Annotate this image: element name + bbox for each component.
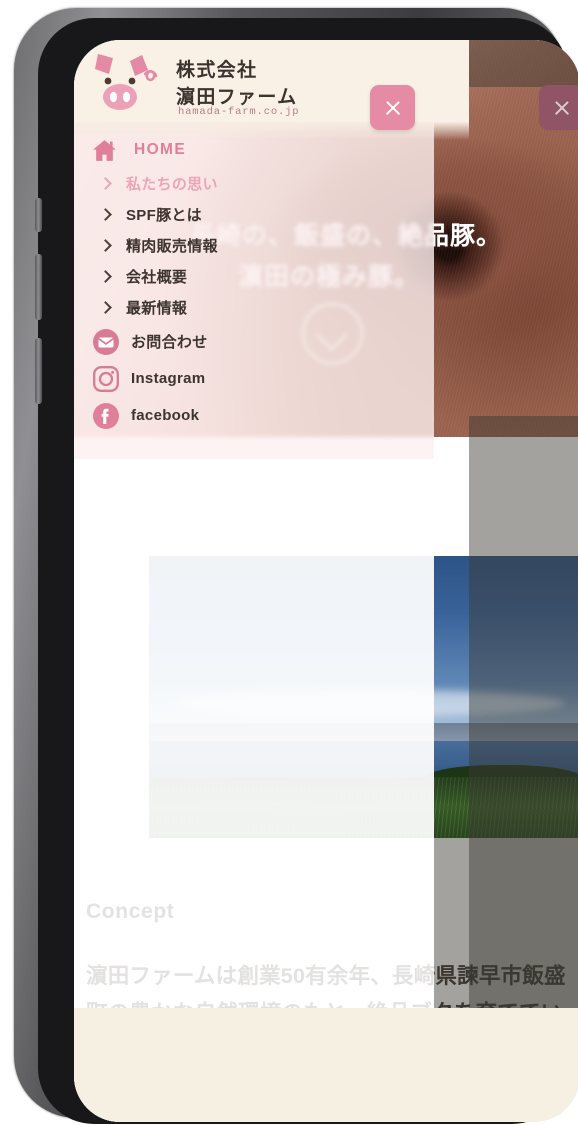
nav-item-meat-sales[interactable]: 精肉販売情報 (74, 230, 434, 261)
nav-item-label: 会社概要 (126, 269, 188, 286)
chevron-right-icon (92, 301, 126, 314)
close-drawer-button[interactable] (370, 85, 415, 130)
nav-item-latest-news[interactable]: 最新情報 (74, 292, 434, 323)
nav-item-label: 私たちの思い (126, 176, 218, 193)
company-name-line-1: 株式会社 (176, 60, 258, 81)
mail-icon (92, 328, 126, 356)
company-name: 株式会社 濵田ファーム (176, 58, 297, 112)
close-icon (384, 99, 402, 117)
chevron-right-icon (92, 270, 126, 283)
nav-item-instagram[interactable]: Instagram (74, 360, 434, 397)
navigation-list: HOME 私たちの思い SPF豚とは 精肉販売情報 会社概要 最新情報 お問合わ… (74, 132, 434, 434)
chevron-right-icon (92, 177, 126, 190)
facebook-icon (92, 402, 126, 430)
volume-up-button[interactable] (35, 254, 42, 320)
nav-item-label: HOME (134, 141, 187, 158)
phone-screen: 長崎の、飯盛の、絶品豚。 濵田の極み豚。 (74, 40, 578, 1122)
pig-face-logo (82, 44, 160, 118)
close-icon (553, 99, 571, 117)
nav-item-label: Instagram (131, 370, 206, 387)
gallery-white-overlay (109, 540, 434, 838)
nav-item-our-thoughts[interactable]: 私たちの思い (74, 168, 434, 199)
close-modal-button[interactable] (539, 85, 578, 130)
volume-down-button[interactable] (35, 338, 42, 404)
company-url: hamada-farm.co.jp (178, 106, 300, 118)
modal-scrim-top (469, 40, 578, 87)
nav-item-contact[interactable]: お問合わせ (74, 323, 434, 360)
silent-switch[interactable] (35, 198, 42, 232)
nav-item-company-profile[interactable]: 会社概要 (74, 261, 434, 292)
phone-bezel: 長崎の、飯盛の、絶品豚。 濵田の極み豚。 (35, 18, 578, 1124)
instagram-icon (92, 365, 126, 393)
bottom-beige-sheet (74, 1008, 578, 1122)
concept-white-overlay (74, 838, 434, 1013)
webpage-viewport: 長崎の、飯盛の、絶品豚。 濵田の極み豚。 (74, 40, 578, 1122)
phone-frame: 長崎の、飯盛の、絶品豚。 濵田の極み豚。 (14, 8, 578, 1124)
home-icon (92, 139, 126, 162)
nav-item-label: SPF豚とは (126, 207, 202, 224)
chevron-right-icon (92, 239, 126, 252)
nav-item-label: 精肉販売情報 (126, 238, 218, 255)
modal-scrim-lower (434, 838, 578, 1008)
chevron-right-icon (92, 208, 126, 221)
nav-item-facebook[interactable]: facebook (74, 397, 434, 434)
nav-item-label: お問合わせ (131, 334, 208, 351)
nav-item-spf-pork[interactable]: SPF豚とは (74, 199, 434, 230)
nav-item-label: facebook (131, 407, 200, 424)
nav-item-label: 最新情報 (126, 300, 188, 317)
